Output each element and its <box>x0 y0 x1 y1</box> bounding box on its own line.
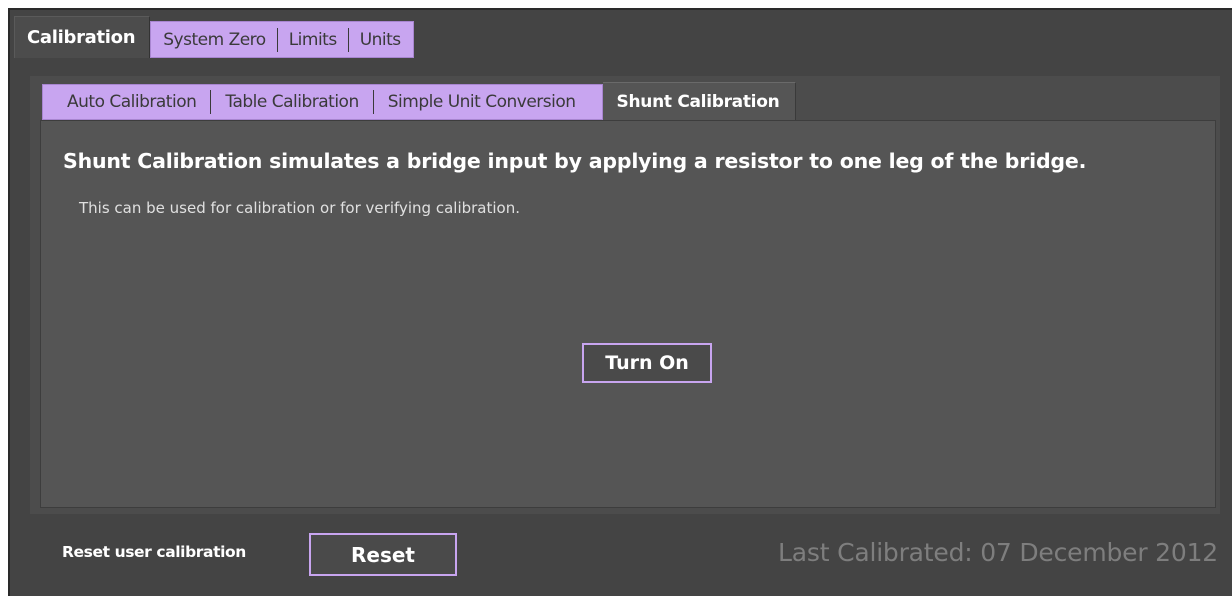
top-tab-bar: Calibration System Zero Limits Units <box>14 16 414 58</box>
reset-button[interactable]: Reset <box>309 533 457 576</box>
tab-table-calibration[interactable]: Table Calibration <box>225 92 359 112</box>
shunt-description-note: This can be used for calibration or for … <box>79 199 520 217</box>
top-tab-group-inactive: System Zero Limits Units <box>150 21 414 58</box>
tab-auto-calibration[interactable]: Auto Calibration <box>67 92 197 112</box>
tab-divider <box>347 27 349 52</box>
shunt-description-heading: Shunt Calibration simulates a bridge inp… <box>63 149 1087 173</box>
reset-user-calibration-label: Reset user calibration <box>62 543 246 561</box>
turn-on-button[interactable]: Turn On <box>582 343 712 383</box>
tab-calibration[interactable]: Calibration <box>14 16 151 58</box>
tab-system-zero[interactable]: System Zero <box>163 30 266 50</box>
tab-divider <box>210 90 212 114</box>
sub-tab-group-inactive: Auto Calibration Table Calibration Simpl… <box>42 84 603 120</box>
tab-calibration-label: Calibration <box>27 27 136 48</box>
tab-units[interactable]: Units <box>360 30 401 50</box>
tab-shunt-calibration[interactable]: Shunt Calibration <box>602 82 797 120</box>
tab-divider <box>372 90 374 114</box>
tab-limits[interactable]: Limits <box>289 30 338 50</box>
shunt-calibration-content: Shunt Calibration simulates a bridge inp… <box>40 120 1216 508</box>
sub-tab-bar: Auto Calibration Table Calibration Simpl… <box>42 82 797 120</box>
last-calibrated-status: Last Calibrated: 07 December 2012 <box>778 538 1218 567</box>
tab-divider <box>276 27 278 52</box>
tab-shunt-calibration-label: Shunt Calibration <box>616 91 780 112</box>
tab-simple-unit-conversion[interactable]: Simple Unit Conversion <box>388 92 576 112</box>
